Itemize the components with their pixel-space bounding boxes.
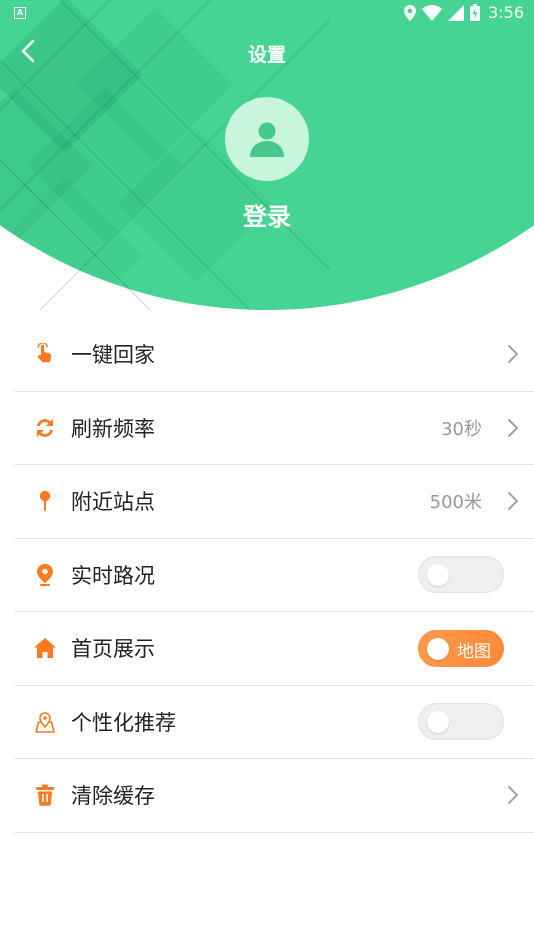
status-icons: 3:56 bbox=[404, 3, 524, 22]
wifi-icon bbox=[422, 4, 443, 21]
signal-icon bbox=[448, 4, 465, 21]
battery-icon bbox=[470, 4, 481, 21]
settings-item-label: 刷新频率 bbox=[71, 416, 155, 441]
settings-item-label: 附近站点 bbox=[71, 490, 155, 515]
map-pin-icon bbox=[34, 711, 56, 733]
user-icon bbox=[250, 122, 284, 157]
settings-item-label: 个性化推荐 bbox=[71, 710, 176, 735]
home-icon bbox=[34, 637, 56, 659]
personalized-recommendation-toggle[interactable] bbox=[418, 703, 504, 741]
chevron-right-icon bbox=[508, 345, 518, 364]
toggle-knob bbox=[427, 564, 449, 587]
real-time-traffic-toggle[interactable] bbox=[418, 556, 504, 594]
settings-item-real-time-traffic: 实时路况 bbox=[14, 539, 534, 612]
hand-tap-icon bbox=[34, 343, 56, 365]
pin-icon bbox=[34, 490, 56, 512]
login-button[interactable]: 登录 bbox=[0, 197, 534, 232]
header: A 3:56 设置 登录 bbox=[0, 0, 534, 310]
settings-item-clear-cache[interactable]: 清除缓存 bbox=[14, 759, 534, 833]
trash-icon bbox=[34, 784, 56, 807]
chevron-right-icon bbox=[508, 786, 518, 805]
toggle-knob bbox=[427, 711, 449, 734]
settings-item-label: 实时路况 bbox=[71, 563, 155, 588]
location-marker-icon bbox=[34, 563, 56, 586]
toggle-text: 地图 bbox=[457, 641, 491, 662]
settings-item-one-key-home[interactable]: 一键回家 bbox=[14, 318, 534, 392]
settings-list: 一键回家 刷新频率 30秒 附近站点 500米 实时路况 首页展示 地图 个性化… bbox=[14, 318, 534, 833]
settings-item-nearby-stations[interactable]: 附近站点 500米 bbox=[14, 465, 534, 539]
settings-item-home-display: 首页展示 地图 bbox=[14, 612, 534, 686]
settings-item-personalized-recommendation: 个性化推荐 bbox=[14, 686, 534, 759]
location-icon bbox=[404, 4, 417, 21]
home-display-toggle[interactable]: 地图 bbox=[418, 629, 504, 667]
settings-item-label: 首页展示 bbox=[71, 637, 155, 662]
settings-item-refresh-rate[interactable]: 刷新频率 30秒 bbox=[14, 392, 534, 465]
status-bar: A 3:56 bbox=[0, 0, 534, 28]
settings-item-label: 一键回家 bbox=[71, 343, 155, 368]
toggle-knob bbox=[427, 637, 449, 660]
page-title: 设置 bbox=[247, 44, 286, 66]
nearby-distance-value: 500米 bbox=[429, 492, 482, 514]
avatar[interactable] bbox=[225, 97, 309, 181]
status-time: 3:56 bbox=[488, 3, 524, 22]
chevron-right-icon bbox=[508, 492, 518, 511]
refresh-icon bbox=[34, 417, 56, 439]
app-notification-icon: A bbox=[14, 7, 26, 19]
chevron-right-icon bbox=[508, 418, 518, 437]
refresh-rate-value: 30秒 bbox=[441, 418, 482, 440]
settings-item-label: 清除缓存 bbox=[71, 784, 155, 809]
